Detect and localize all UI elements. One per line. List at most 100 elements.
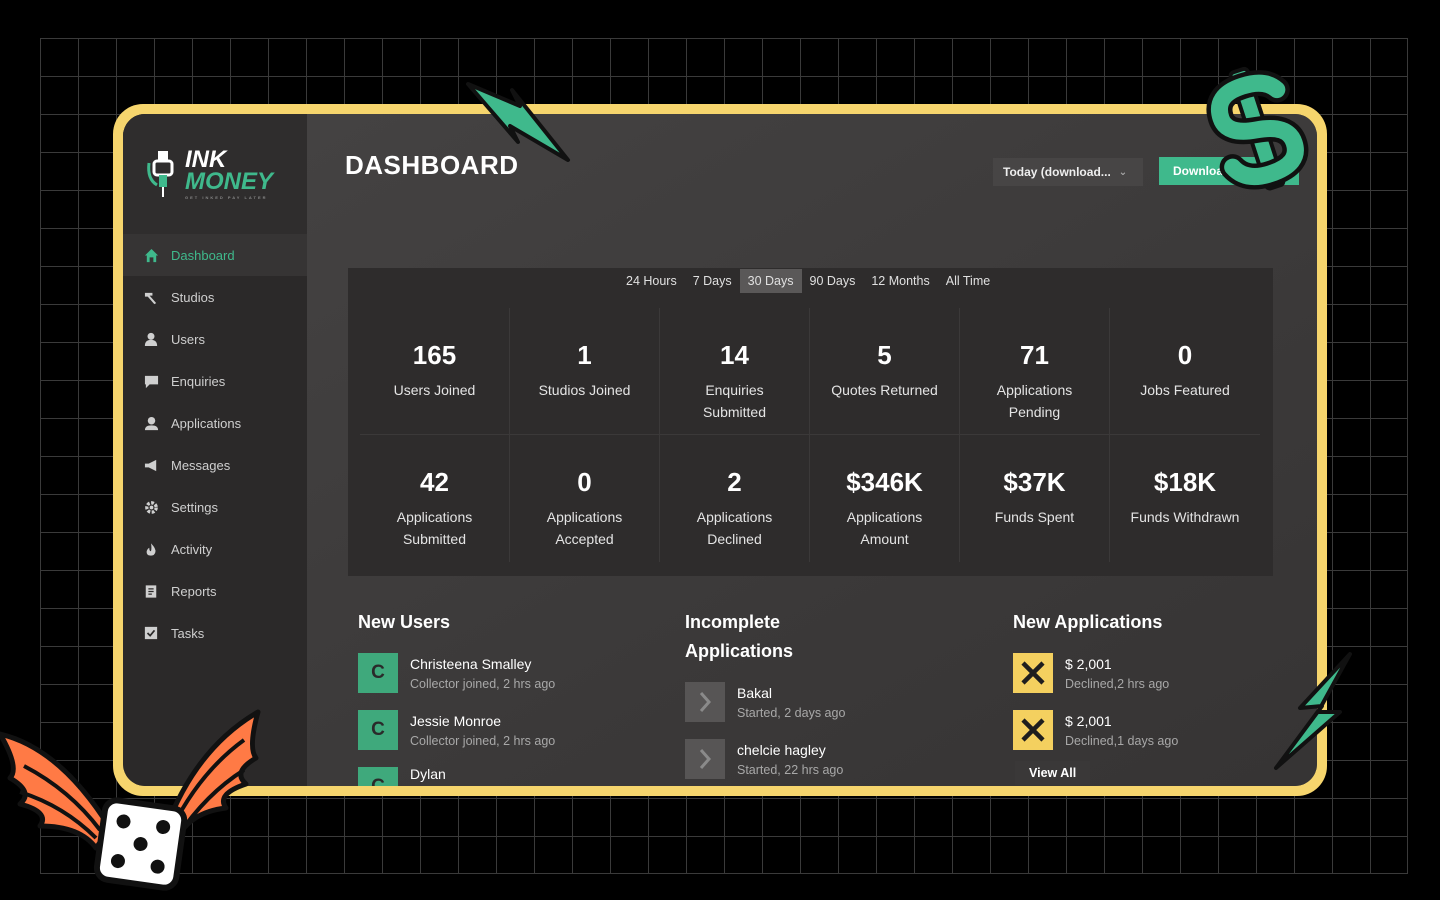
sidebar-item-dashboard[interactable]: Dashboard [123, 234, 307, 276]
sidebar-item-label: Settings [171, 499, 218, 515]
tab-30-days[interactable]: 30 Days [739, 269, 802, 293]
stat-value: 2 [727, 467, 742, 497]
stat-label: Applications Declined [696, 509, 773, 547]
sidebar-item-label: Enquiries [171, 373, 226, 389]
stat-value: 42 [420, 467, 449, 497]
stat-grid: 165 Users Joined 1 Studios Joined 14 Enquir… [360, 308, 1260, 562]
incomplete-title-line2: Applications [685, 641, 794, 661]
stat-value: 5 [877, 340, 892, 370]
sidebar-item-label: Studios [171, 289, 215, 305]
list-item[interactable]: $ 2,001 Declined,2 hrs ago [1013, 652, 1178, 694]
stat-value: $37K [1003, 467, 1066, 497]
flame-icon [143, 541, 159, 557]
avatar: C [358, 653, 398, 693]
device-frame: INK MONEY GET INKED PAY LATER Dashboard … [113, 104, 1327, 796]
range-select[interactable]: Today (download... ⌄ [993, 158, 1143, 186]
sidebar-item-tasks[interactable]: Tasks [123, 612, 307, 654]
gear-icon [143, 499, 159, 515]
stat-value: 0 [577, 467, 592, 497]
stat-label: Applications Pending [996, 382, 1073, 420]
applicant-name: Bakal [737, 684, 773, 701]
avatar: C [358, 767, 398, 786]
stat-card: 0 Jobs Featured [1110, 308, 1260, 435]
tab-24-hours[interactable]: 24 Hours [618, 269, 685, 293]
stat-card: 165 Users Joined [360, 308, 510, 435]
stat-value: 165 [412, 340, 457, 370]
stat-card: $346K Applications Amount [810, 435, 960, 562]
sidebar-item-enquiries[interactable]: Enquiries [123, 360, 307, 402]
main-content: DASHBOARD Today (download... ⌄ Download … [307, 114, 1317, 786]
chevron-right-icon [685, 739, 725, 779]
stat-label: Applications Accepted [546, 509, 623, 547]
period-tabs: 24 Hours 7 Days 30 Days 90 Days 12 Month… [618, 268, 998, 294]
stat-value: $346K [846, 467, 923, 497]
stat-label: Applications Submitted [396, 509, 473, 547]
sidebar-item-settings[interactable]: Settings [123, 486, 307, 528]
stat-value: 71 [1020, 340, 1049, 370]
sidebar-item-label: Dashboard [171, 247, 235, 263]
sidebar-item-studios[interactable]: Studios [123, 276, 307, 318]
applicant-name: chelcie hagley [737, 741, 826, 758]
megaphone-icon [143, 457, 159, 473]
stat-value: $18K [1153, 467, 1217, 497]
sidebar-item-label: Users [171, 331, 205, 347]
application-status: Started, 2 days ago [737, 705, 846, 720]
sidebar-item-reports[interactable]: Reports [123, 570, 307, 612]
stat-value: 1 [577, 340, 592, 370]
view-all-button[interactable]: View All [1015, 761, 1091, 785]
stat-card: 14 Enquiries Submitted [660, 308, 810, 435]
declined-x-icon [1013, 653, 1053, 693]
stat-label: Funds Spent [994, 509, 1075, 525]
application-status: Declined,2 hrs ago [1065, 676, 1170, 691]
application-amount: $ 2,001 [1065, 712, 1112, 729]
sidebar-item-users[interactable]: Users [123, 318, 307, 360]
user-doc-icon [143, 415, 159, 431]
sidebar-item-applications[interactable]: Applications [123, 402, 307, 444]
list-item[interactable]: $ 2,001 Declined,1 days ago [1013, 709, 1178, 751]
sidebar-item-messages[interactable]: Messages [123, 444, 307, 486]
list-item[interactable]: C Christeena Smalley Collector joined, 2 … [358, 652, 555, 694]
brand-tagline: GET INKED PAY LATER [185, 194, 268, 200]
tab-12-months[interactable]: 12 Months [863, 269, 937, 293]
checkbox-icon [143, 625, 159, 641]
stat-card: $37K Funds Spent [960, 435, 1110, 562]
list-item[interactable]: C Jessie Monroe Collector joined, 2 hrs a… [358, 709, 555, 751]
list-item[interactable]: Bakal Started, 2 days ago [685, 681, 845, 723]
stat-label: Jobs Featured [1140, 382, 1230, 398]
tattoo-machine-logo-icon [145, 149, 181, 199]
stat-value: 0 [1177, 340, 1193, 370]
stat-card: 1 Studios Joined [510, 308, 660, 435]
application-amount: $ 2,001 [1065, 655, 1112, 672]
stat-card: 0 Applications Accepted [510, 435, 660, 562]
stat-label: Funds Withdrawn [1130, 509, 1240, 525]
stat-label: Users Joined [393, 382, 476, 398]
range-select-value: Today (download... [1003, 165, 1111, 179]
tattoo-machine-icon [143, 289, 159, 305]
stat-label: Enquiries Submitted [702, 382, 767, 420]
sidebar-item-label: Reports [171, 583, 217, 599]
tab-all-time[interactable]: All Time [938, 269, 998, 293]
new-applications-title: New Applications [1013, 612, 1163, 632]
brand-line2: MONEY [185, 167, 274, 195]
chevron-right-icon [685, 682, 725, 722]
stat-label: Studios Joined [538, 382, 631, 398]
tab-90-days[interactable]: 90 Days [802, 269, 864, 293]
list-item[interactable]: chelcie hagley Started, 22 hrs ago [685, 738, 845, 780]
list-item[interactable]: C Dylan [358, 766, 555, 786]
incomplete-title-line1: Incomplete [685, 612, 781, 632]
user-name: Christeena Smalley [410, 655, 532, 672]
tab-7-days[interactable]: 7 Days [685, 269, 740, 293]
sidebar-item-label: Activity [171, 541, 213, 557]
incomplete-applications-section: Incomplete Applications Bakal Started, 2 … [685, 608, 845, 780]
stat-card: 5 Quotes Returned [810, 308, 960, 435]
chat-icon [143, 373, 159, 389]
home-icon [143, 247, 159, 263]
stats-panel: 24 Hours 7 Days 30 Days 90 Days 12 Month… [348, 268, 1273, 576]
report-icon [143, 583, 159, 599]
sidebar-item-label: Tasks [171, 625, 205, 641]
user-name: Dylan [410, 766, 446, 782]
brand-logo[interactable]: INK MONEY GET INKED PAY LATER [123, 114, 307, 234]
stat-card: 2 Applications Declined [660, 435, 810, 562]
lightning-bolt-icon [466, 82, 570, 162]
sidebar-item-activity[interactable]: Activity [123, 528, 307, 570]
